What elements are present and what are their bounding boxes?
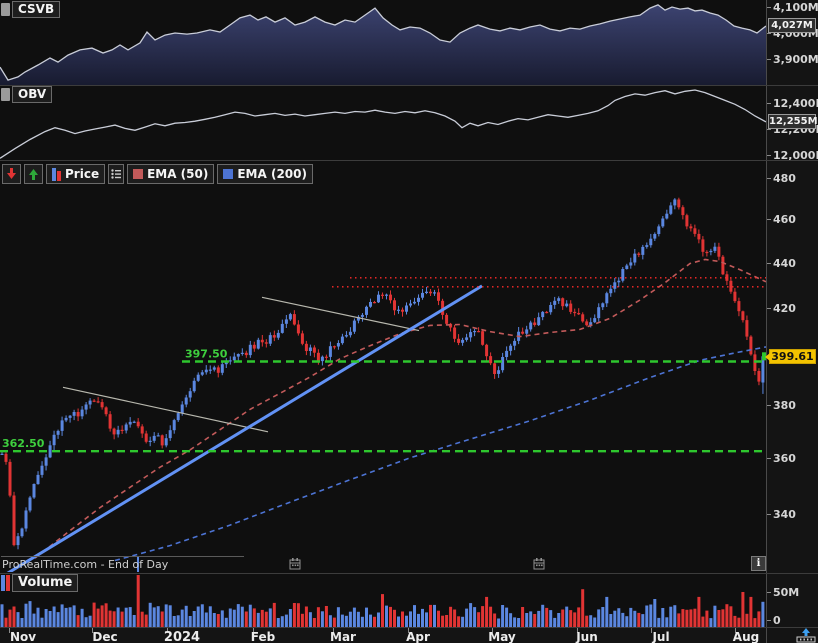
price-panel-toolbar: Price EMA (50) EMA (200)	[2, 164, 313, 184]
x-axis-month-label: Mar	[330, 630, 356, 643]
last-price-tag: 399.61	[765, 349, 816, 364]
volume-bar-chart[interactable]	[0, 574, 766, 627]
axis-tick-label: 360	[773, 452, 796, 465]
axis-tick-label: 4,100M	[773, 1, 818, 14]
volume-bar	[581, 589, 585, 627]
axis-tick-label: 460	[773, 213, 796, 226]
x-axis-month-label: Nov	[9, 630, 37, 643]
ema50-chip-label: EMA (50)	[147, 167, 209, 181]
proRealTime-chart-window: 397.50 362.50 CSVB OBV Volume Price EMA …	[0, 0, 818, 643]
ema-line[interactable]	[34, 258, 766, 559]
x-axis-month-label: Jul	[652, 630, 670, 643]
watermark: ProRealTime.com - End of Day	[1, 556, 244, 571]
axis-tick	[767, 592, 771, 593]
axis-tick-label: 480	[773, 172, 796, 185]
green-up-arrow-icon	[29, 169, 38, 180]
ema200-chip-label: EMA (200)	[237, 167, 307, 181]
panel-separator	[0, 160, 818, 161]
x-axis-month-label: 2024	[163, 630, 201, 643]
scrollbar-expand-icon[interactable]	[795, 628, 817, 643]
axis-tick	[767, 219, 771, 220]
axis-tick	[767, 263, 771, 264]
ema50-color-swatch	[133, 169, 144, 179]
price-candlestick-chart[interactable]: 397.50 362.50	[0, 161, 766, 572]
obv-line-chart[interactable]	[0, 86, 766, 160]
axis-tick-label: 440	[773, 257, 796, 270]
axis-tick-label: 340	[773, 508, 796, 521]
support-level-label: 397.50	[185, 348, 228, 361]
candlestick-icon	[52, 167, 61, 181]
indicator-list-button[interactable]	[108, 164, 125, 184]
calendar-icon[interactable]	[289, 558, 301, 570]
x-axis-month-label: Dec	[92, 630, 118, 643]
x-axis-month-label: Jun	[576, 630, 598, 643]
volume-panel-label[interactable]: Volume	[12, 574, 79, 592]
list-icon	[111, 169, 122, 179]
axis-tick-label: 380	[773, 399, 796, 412]
axis-tick	[767, 308, 771, 309]
axis-tick	[767, 458, 771, 459]
csvb-area-chart[interactable]	[0, 0, 766, 85]
volume-bar	[136, 575, 140, 627]
axis-tick	[767, 405, 771, 406]
panel-separator	[0, 85, 818, 86]
support-level-label: 362.50	[2, 437, 45, 450]
obv-panel-label[interactable]: OBV	[12, 86, 53, 103]
axis-tick	[767, 514, 771, 515]
x-axis-month-label: Feb	[250, 630, 276, 643]
time-axis[interactable]: Nov Dec 2024 Feb Mar Apr May Jun Jul Aug	[0, 628, 766, 643]
price-chip-label: Price	[65, 167, 100, 181]
red-down-arrow-icon	[7, 168, 16, 179]
ema-line[interactable]	[114, 346, 766, 562]
axis-tick	[767, 129, 771, 130]
axis-tick-label: 0	[773, 614, 781, 627]
ema50-chip[interactable]: EMA (50)	[127, 164, 215, 184]
axis-tick	[767, 103, 771, 104]
axis-tick	[767, 7, 771, 8]
move-panel-up-button[interactable]	[24, 164, 43, 184]
panel-grip-icon[interactable]	[1, 3, 10, 16]
move-panel-down-button[interactable]	[2, 164, 21, 184]
ema200-color-swatch	[223, 169, 234, 179]
x-axis-month-label: Aug	[732, 630, 760, 643]
panel-separator	[0, 573, 818, 574]
axis-tick-label: 12,400M	[773, 97, 818, 110]
axis-tick	[767, 155, 771, 156]
panel-grip-icon[interactable]	[1, 88, 10, 101]
axis-tick-label: 50M	[773, 586, 800, 599]
csvb-current-value: 4,027M	[768, 18, 816, 33]
gray-trendline[interactable]	[62, 386, 269, 433]
obv-line	[0, 89, 766, 159]
volume-bar	[741, 592, 745, 627]
info-icon[interactable]: i	[751, 556, 766, 571]
calendar-icon[interactable]	[533, 558, 545, 570]
axis-tick-label: 3,900M	[773, 53, 818, 66]
x-axis-month-label: Apr	[406, 630, 430, 643]
csvb-panel-label[interactable]: CSVB	[12, 1, 61, 18]
axis-tick	[767, 59, 771, 60]
price-series-chip[interactable]: Price	[46, 164, 106, 184]
axis-tick	[767, 620, 771, 621]
value-axis[interactable]: 4,027M 12,255M 399.61 4,100M 4,000M 3,900M…	[765, 0, 818, 643]
axis-tick-label: 420	[773, 302, 796, 315]
obv-current-value: 12,255M	[768, 114, 818, 129]
volume-icon	[1, 575, 10, 591]
ema200-chip[interactable]: EMA (200)	[217, 164, 313, 184]
x-axis-month-label: May	[488, 630, 516, 643]
axis-tick	[767, 178, 771, 179]
axis-tick	[767, 33, 771, 34]
panel-separator	[0, 627, 818, 628]
